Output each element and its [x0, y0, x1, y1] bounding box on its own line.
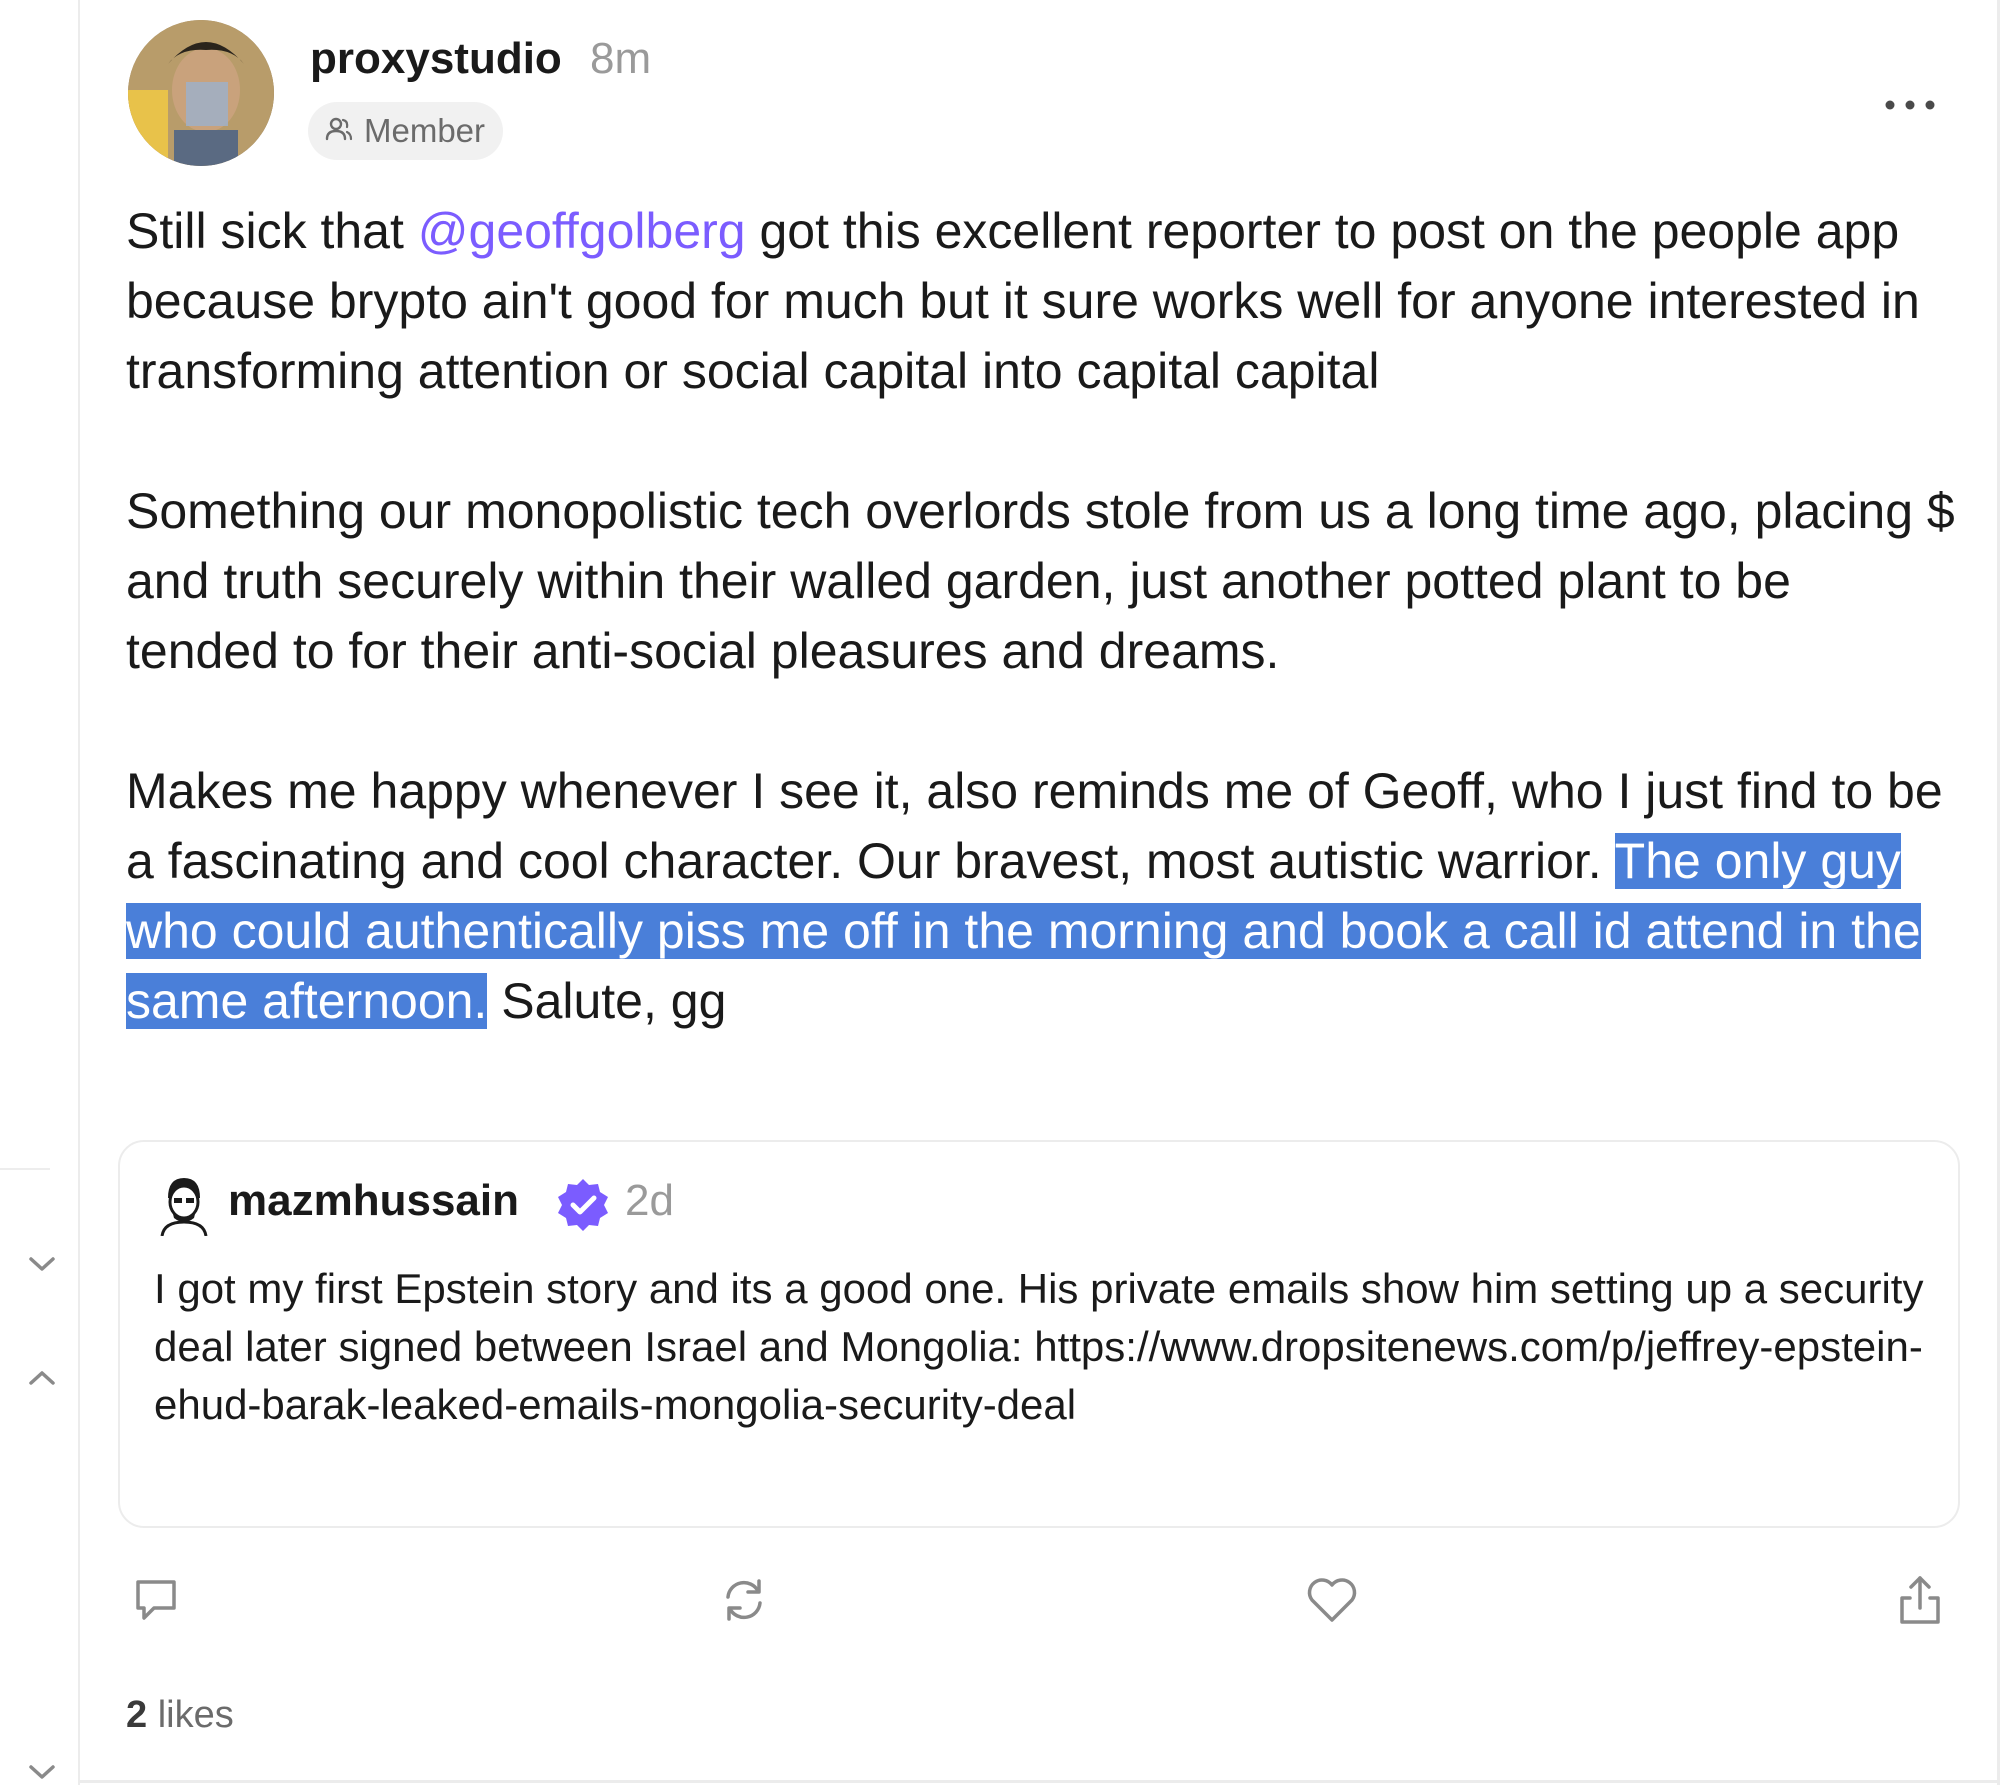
- post-paragraph: Still sick that @geoffgolberg got this e…: [126, 196, 1956, 406]
- author-name[interactable]: proxystudio: [310, 34, 562, 84]
- recast-icon: [726, 1579, 762, 1621]
- likes-number: 2: [126, 1694, 148, 1736]
- chevron-down-icon[interactable]: [22, 1752, 62, 1792]
- likes-count[interactable]: 2 likes: [126, 1694, 234, 1737]
- recast-button[interactable]: [714, 1570, 774, 1630]
- chevron-down-icon[interactable]: [22, 1244, 62, 1284]
- share-icon: [1900, 1576, 1940, 1624]
- more-horizontal-icon: [1885, 100, 1935, 110]
- quote-text: I got my first Epstein story and its a g…: [154, 1265, 1924, 1428]
- share-button[interactable]: [1890, 1570, 1950, 1630]
- post-timestamp: 8m: [590, 34, 652, 83]
- quote-author-name[interactable]: mazmhussain: [228, 1176, 519, 1226]
- more-options-button[interactable]: [1880, 90, 1940, 120]
- bottom-divider: [78, 1780, 2000, 1783]
- likes-label: likes: [157, 1694, 234, 1736]
- rail-divider: [0, 1168, 50, 1170]
- quote-timestamp: 2d: [625, 1176, 674, 1225]
- author-avatar[interactable]: [128, 20, 274, 166]
- verified-badge-icon: [554, 1176, 612, 1234]
- comment-icon: [136, 1580, 176, 1620]
- left-rail: [0, 0, 80, 1785]
- post-paragraph: Something our monopolistic tech overlord…: [126, 483, 1955, 679]
- badge-label: Member: [364, 112, 486, 149]
- post-paragraph: Makes me happy whenever I see it, also r…: [126, 756, 1956, 1036]
- post-body: Still sick that @geoffgolberg got this e…: [126, 196, 1956, 1106]
- post-text: Still sick that: [126, 203, 418, 259]
- post-text: Salute, gg: [487, 973, 727, 1029]
- quoted-post-card[interactable]: mazmhussain 2d I got my first Epstein st…: [118, 1140, 1960, 1528]
- heart-icon: [1307, 1578, 1357, 1622]
- reply-button[interactable]: [126, 1570, 186, 1630]
- mention-link[interactable]: @geoffgolberg: [418, 203, 746, 259]
- member-badge: Member: [308, 102, 504, 160]
- quote-author-avatar[interactable]: [156, 1172, 212, 1237]
- chevron-up-icon[interactable]: [22, 1358, 62, 1398]
- like-button[interactable]: [1302, 1570, 1362, 1630]
- users-icon: [324, 114, 354, 149]
